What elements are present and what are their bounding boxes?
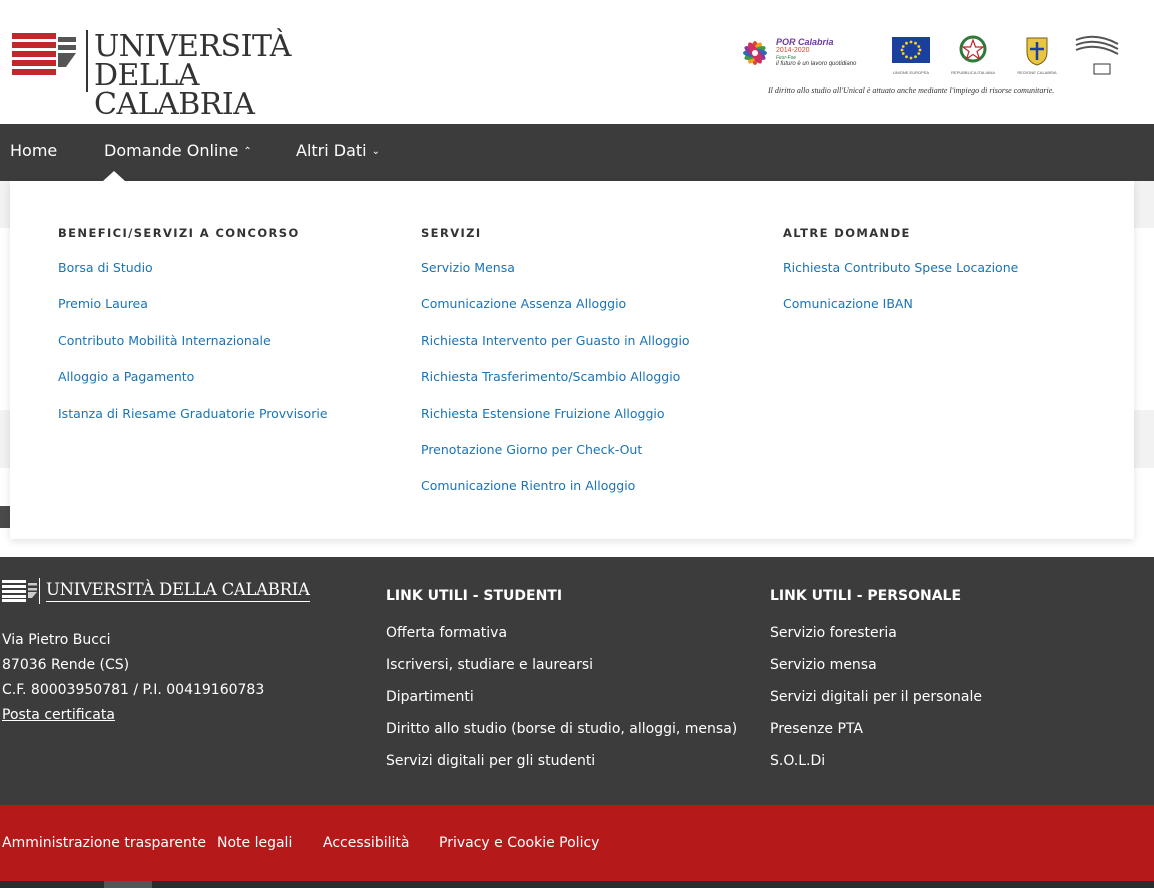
footer-link-presenze-pta[interactable]: Presenze PTA	[770, 721, 982, 753]
eu-flag-icon	[892, 37, 930, 63]
dropdown-column-servizi: SERVIZI Servizio Mensa Comunicazione Ass…	[421, 226, 690, 515]
footer-link-soldi[interactable]: S.O.L.Di	[770, 753, 982, 785]
footer-column-studenti: LINK UTILI - STUDENTI Offerta formativa …	[386, 588, 737, 785]
footer-link-dipartimenti[interactable]: Dipartimenti	[386, 689, 737, 721]
footer-logo-divider	[39, 578, 40, 604]
dropdown-link-borsa-di-studio[interactable]: Borsa di Studio	[58, 260, 328, 296]
dropdown-link-contributo-mobilita[interactable]: Contributo Mobilità Internazionale	[58, 333, 328, 369]
logo-divider	[86, 30, 88, 92]
legal-bar: Amministrazione trasparente Note legali …	[0, 805, 1154, 881]
dropdown-link-alloggio-pagamento[interactable]: Alloggio a Pagamento	[58, 369, 328, 405]
footer-link-mensa[interactable]: Servizio mensa	[770, 657, 982, 689]
footer-heading: LINK UTILI - STUDENTI	[386, 588, 563, 604]
chevron-down-icon: ⌄	[371, 146, 381, 157]
dropdown-heading: ALTRE DOMANDE	[783, 226, 911, 240]
eu-caption: UNIONE EUROPEA	[892, 70, 930, 75]
footer-link-servizi-digitali-studenti[interactable]: Servizi digitali per gli studenti	[386, 753, 737, 785]
dropdown-heading: SERVIZI	[421, 226, 482, 240]
footer-link-foresteria[interactable]: Servizio foresteria	[770, 625, 982, 657]
italian-republic-emblem-icon	[959, 35, 987, 63]
nav-altri-dati-label: Altri Dati	[296, 141, 367, 160]
legal-link-privacy-cookie[interactable]: Privacy e Cookie Policy	[439, 835, 599, 851]
calabria-caption: REGIONE CALABRIA	[1017, 70, 1057, 75]
footer-logo-text: UNIVERSITÀ DELLA CALABRIA	[46, 580, 310, 602]
nav-altri-dati[interactable]: Altri Dati ⌄	[296, 141, 380, 160]
university-logo[interactable]: UNIVERSITÀ DELLA CALABRIA	[12, 30, 352, 120]
footer-logo-mark	[2, 580, 37, 602]
footer-column-personale: LINK UTILI - PERSONALE Servizio forester…	[770, 588, 982, 785]
horizontal-scrollbar[interactable]	[0, 881, 1154, 888]
dropdown-column-benefici: BENEFICI/SERVIZI A CONCORSO Borsa di Stu…	[58, 226, 328, 442]
university-logo-text: UNIVERSITÀ DELLA CALABRIA	[94, 29, 352, 122]
footer-link-iscriversi[interactable]: Iscriversi, studiare e laurearsi	[386, 657, 737, 689]
building-logo-icon	[1075, 35, 1119, 75]
dropdown-link-contributo-locazione[interactable]: Richiesta Contributo Spese Locazione	[783, 260, 1018, 296]
por-text: POR Calabria 2014-2020 Fesr-Fse il futur…	[776, 37, 856, 68]
address-street: Via Pietro Bucci	[2, 632, 111, 648]
dropdown-link-rientro-alloggio[interactable]: Comunicazione Rientro in Alloggio	[421, 478, 690, 514]
legal-link-accessibilita[interactable]: Accessibilità	[323, 835, 409, 851]
dropdown-link-servizio-mensa[interactable]: Servizio Mensa	[421, 260, 690, 296]
calabria-region-emblem-icon	[1026, 37, 1048, 66]
por-title: POR Calabria	[776, 37, 834, 47]
por-calabria-logo: POR Calabria 2014-2020 Fesr-Fse il futur…	[738, 34, 874, 74]
address-city: 87036 Rende (CS)	[2, 657, 130, 673]
building-logo	[1074, 34, 1120, 75]
partners-note: Il diritto allo studio all'Unical è attu…	[768, 86, 1055, 95]
address-tax-codes: C.F. 80003950781 / P.I. 00419160783	[2, 682, 265, 698]
footer-heading: LINK UTILI - PERSONALE	[770, 588, 962, 604]
dropdown-link-prenotazione-checkout[interactable]: Prenotazione Giorno per Check-Out	[421, 442, 690, 478]
chevron-up-icon: ⌃	[243, 146, 252, 157]
calabria-emblem: REGIONE CALABRIA	[1014, 34, 1060, 75]
por-motto: il futuro è un lavoro quotidiano	[776, 61, 857, 67]
dropdown-heading: BENEFICI/SERVIZI A CONCORSO	[58, 226, 300, 240]
eu-stars	[900, 40, 922, 60]
por-flower-icon	[743, 41, 767, 65]
partner-logos: POR Calabria 2014-2020 Fesr-Fse il futur…	[738, 32, 1128, 102]
italy-caption: REPUBBLICA ITALIANA	[951, 70, 995, 75]
site-footer: UNIVERSITÀ DELLA CALABRIA Via Pietro Buc…	[0, 557, 1154, 805]
nav-domande-online[interactable]: Domande Online ⌃	[104, 141, 252, 160]
nav-home-label: Home	[10, 141, 58, 160]
dropdown-link-intervento-guasto[interactable]: Richiesta Intervento per Guasto in Allog…	[421, 333, 690, 369]
footer-logo[interactable]: UNIVERSITÀ DELLA CALABRIA	[2, 578, 310, 606]
footer-link-diritto-studio[interactable]: Diritto allo studio (borse di studio, al…	[386, 721, 737, 753]
logo-line-1: UNIVERSITÀ	[94, 29, 291, 64]
horizontal-scrollbar-thumb[interactable]	[104, 881, 152, 888]
site-header: UNIVERSITÀ DELLA CALABRIA POR Calabria 2…	[0, 0, 1154, 124]
domande-online-dropdown: BENEFICI/SERVIZI A CONCORSO Borsa di Stu…	[10, 181, 1134, 539]
dropdown-link-assenza-alloggio[interactable]: Comunicazione Assenza Alloggio	[421, 296, 690, 332]
logo-line-2: DELLA CALABRIA	[94, 58, 255, 122]
dropdown-link-istanza-riesame[interactable]: Istanza di Riesame Graduatorie Provvisor…	[58, 406, 328, 442]
footer-address: Via Pietro Bucci 87036 Rende (CS) C.F. 8…	[2, 628, 264, 728]
main-navbar: Home Domande Online ⌃ Altri Dati ⌄	[0, 124, 1154, 181]
footer-link-offerta-formativa[interactable]: Offerta formativa	[386, 625, 737, 657]
por-years: 2014-2020	[776, 47, 810, 54]
university-logo-mark	[12, 33, 76, 75]
page-partial-element	[0, 506, 10, 528]
nav-domande-online-label: Domande Online	[104, 141, 239, 160]
footer-link-servizi-digitali-personale[interactable]: Servizi digitali per il personale	[770, 689, 982, 721]
italy-emblem: REPUBBLICA ITALIANA	[950, 34, 996, 75]
pec-link[interactable]: Posta certificata	[2, 703, 264, 728]
eu-emblem: UNIONE EUROPEA	[888, 34, 934, 75]
legal-link-note-legali[interactable]: Note legali	[217, 835, 292, 851]
dropdown-link-premio-laurea[interactable]: Premio Laurea	[58, 296, 328, 332]
dropdown-link-estensione-fruizione[interactable]: Richiesta Estensione Fruizione Alloggio	[421, 406, 690, 442]
legal-link-amministrazione-trasparente[interactable]: Amministrazione trasparente	[2, 835, 206, 851]
dropdown-caret	[103, 171, 125, 181]
dropdown-link-trasferimento-scambio[interactable]: Richiesta Trasferimento/Scambio Alloggio	[421, 369, 690, 405]
dropdown-column-altre-domande: ALTRE DOMANDE Richiesta Contributo Spese…	[783, 226, 1018, 333]
dropdown-link-comunicazione-iban[interactable]: Comunicazione IBAN	[783, 296, 1018, 332]
nav-home[interactable]: Home	[10, 141, 57, 160]
